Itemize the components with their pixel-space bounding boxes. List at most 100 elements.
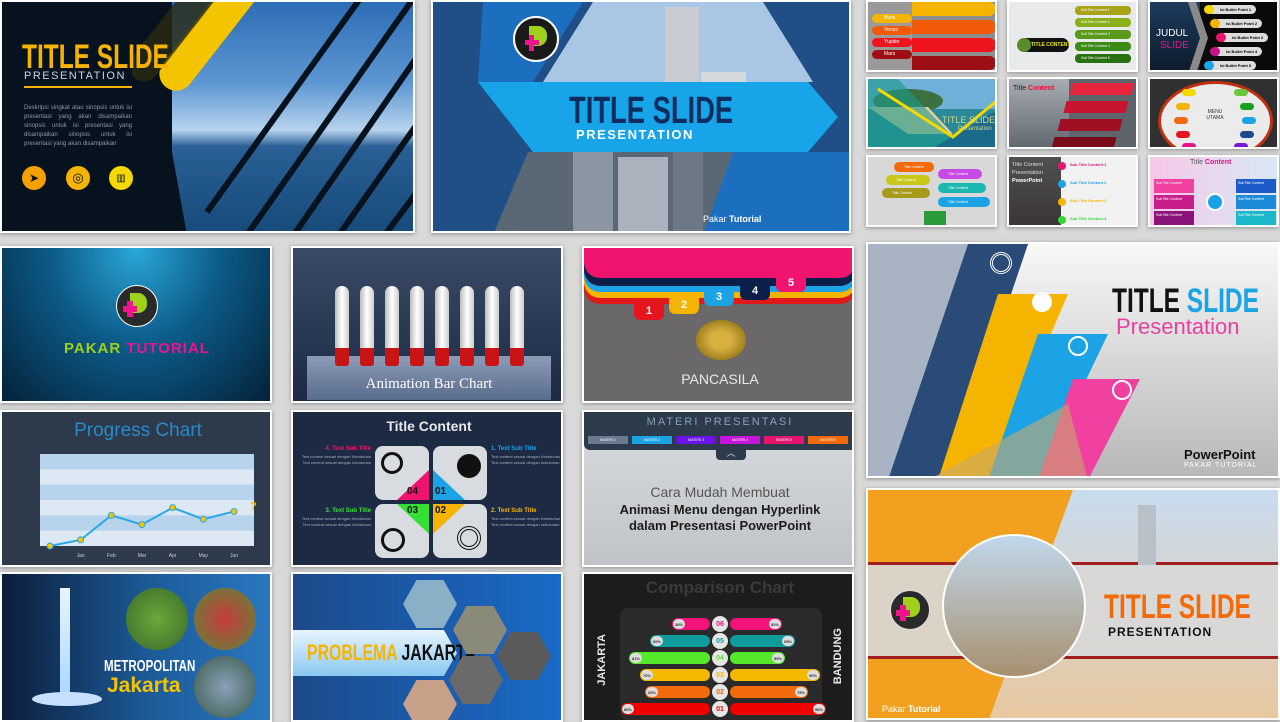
value-label: 55%	[772, 653, 784, 663]
slide-title: Title Content	[1190, 159, 1231, 166]
diagonal-stripes	[132, 2, 413, 231]
slide-thumbnail-title-dark[interactable]: TITLE SLIDE PRESENTATION Deskripsi singk…	[0, 0, 415, 233]
menu-center-label: MENU UTAMA	[1206, 109, 1224, 121]
x-tick-label: Feb	[107, 553, 116, 559]
photo-circle	[194, 588, 256, 650]
target-icon: ◎	[66, 166, 90, 190]
chart-title: Progress Chart	[74, 420, 202, 441]
tab-3[interactable]: 3	[704, 288, 734, 306]
slide-thumbnail-planets[interactable]: Bumi Venus Yupiter Mars	[866, 0, 997, 72]
slide-thumbnail-pancasila[interactable]: 1 2 3 4 5 PANCASILA	[582, 246, 854, 403]
garuda-emblem	[696, 320, 746, 360]
slide-thumbnail-pakar-logo[interactable]: PAKAR TUTORIAL	[0, 246, 272, 403]
slide-thumbnail-title-content-pink[interactable]: Title Content SubTitle Content SubTitle …	[1148, 155, 1279, 227]
slide-subtitle: PRESENTATION	[24, 70, 126, 82]
menu-item[interactable]: MATERI 4	[720, 436, 760, 444]
brand-name: Pakar	[882, 704, 906, 714]
slide-thumbnail-progress-chart[interactable]: Progress Chart Jan Feb Mar Apr May Jun?	[0, 410, 272, 567]
slide-title: Title Content	[386, 418, 472, 434]
slide-title-accent: Jakarta	[107, 674, 181, 697]
x-tick-label: Jun	[230, 553, 238, 559]
list-item: Sub Title Content 3	[1070, 198, 1107, 203]
slide-thumbnail-title-content-quad[interactable]: Title Content 04 01 03 02 4. Text Sub Ti…	[291, 410, 563, 567]
slide-thumbnail-content-tree[interactable]: TITLE CONTENT SubTitle Content 1 SubTitl…	[1007, 0, 1138, 72]
sub-title: 4. Text Sub Title	[325, 446, 371, 452]
slide-thumbnail-title-powerpoint[interactable]: TITLE SLIDE Presentation PowerPoint PAKA…	[866, 242, 1280, 478]
bar-cylinder	[335, 286, 349, 348]
tab-4[interactable]: 4	[740, 282, 770, 300]
pie-chart-icon	[1032, 292, 1052, 312]
brand-name-bold: Tutorial	[729, 214, 762, 224]
value-label: 70%	[641, 670, 653, 680]
list-item: Title Content	[938, 183, 986, 193]
sub-title: 1. Text Sub Title	[491, 446, 537, 452]
list-item: Sub Title Content 1	[1070, 162, 1107, 167]
bar-left	[621, 703, 710, 715]
sub-text: Text content sesuai dengan Kebutuhan Tex…	[491, 454, 561, 465]
globe-icon	[1068, 336, 1088, 356]
menu-item[interactable]: MATERI 6	[808, 436, 848, 444]
slide-thumbnail-book-tree[interactable]: Title Content Title Content Title Conten…	[866, 155, 997, 227]
slide-thumbnail-title-blue[interactable]: TITLE SLIDE PRESENTATION Pakar Tutorial	[431, 0, 851, 233]
data-point	[107, 511, 115, 519]
quad-number: 03	[407, 505, 419, 516]
bar-cylinder	[510, 286, 524, 348]
slide-thumbnail-comparison-chart[interactable]: Comparison Chart JAKARTA BANDUNG 06 38% 52…	[582, 572, 854, 722]
slide-thumbnail-beach[interactable]: TITLE SLIDE Presentation	[866, 77, 997, 149]
list-item: Sub Title Content 4	[1070, 216, 1107, 221]
list-item: Title Content	[882, 188, 930, 198]
sub-text: Text content sesuai dengan Kebutuhan Tex…	[491, 516, 561, 527]
list-item: Yupiter	[872, 38, 912, 47]
beach-background	[868, 79, 995, 147]
data-point	[169, 504, 177, 512]
slide-thumbnail-menu-hyperlink[interactable]: ︿ MATERI PRESENTASI MATERI 1 MATERI 2 MA…	[582, 410, 854, 567]
slide-subtitle: PRESENTATION	[576, 127, 694, 142]
tab-1[interactable]: 1	[634, 302, 664, 320]
value-label: 60%	[651, 636, 663, 646]
right-axis-label: BANDUNG	[832, 628, 844, 685]
menu-item[interactable]: MATERI 3	[676, 436, 716, 444]
pakar-tutorial-logo	[890, 590, 930, 630]
bar-base	[410, 348, 424, 366]
menu-item[interactable]: MATERI 1	[588, 436, 628, 444]
value-label: 96%	[813, 704, 825, 714]
list-item: SubTitle Content 1	[1075, 6, 1131, 15]
list-item: Title Content	[894, 162, 934, 172]
sub-title: 2. Text Sub Title	[491, 508, 537, 514]
brand-part: PAKAR	[64, 340, 122, 357]
left-axis-label: JAKARTA	[596, 634, 608, 686]
book-icon	[1206, 193, 1224, 211]
list-item: SubTitle Content	[1154, 179, 1194, 193]
list-item: Isi Bullet Point 1	[1208, 5, 1256, 14]
tab-2[interactable]: 2	[669, 296, 699, 314]
list-item: SubTitle Content	[1236, 211, 1276, 225]
title-part: Title	[1013, 85, 1026, 92]
slide-thumbnail-title-orange[interactable]: TITLE SLIDE PRESENTATION Pakar Tutorial	[866, 488, 1280, 720]
list-item: Mars	[872, 50, 912, 59]
list-item: Title Content	[938, 197, 990, 207]
slide-thumbnail-title-content-red[interactable]: Title Content	[1007, 77, 1138, 149]
category-badge: 05	[712, 633, 728, 649]
slide-thumbnail-menu-utama[interactable]: MENU UTAMA	[1148, 77, 1279, 149]
title-line: Presentation	[1012, 170, 1043, 176]
slide-thumbnail-problema-jakarta[interactable]: PROBLEMA JAKARTA	[291, 572, 563, 722]
target-icon	[990, 252, 1012, 274]
slide-thumbnail-animation-bar-chart[interactable]: Animation Bar Chart	[291, 246, 563, 403]
menu-item[interactable]: MATERI 2	[632, 436, 672, 444]
slide-thumbnail-metropolitan-jakarta[interactable]: METROPOLITAN Jakarta	[0, 572, 272, 722]
slide-thumbnail-judul[interactable]: JUDUL SLIDE Isi Bullet Point 1 Isi Bulle…	[1148, 0, 1279, 72]
x-tick-label: May	[199, 553, 209, 559]
slide-title: JUDUL	[1156, 28, 1189, 39]
slide-thumbnail-content-powerpoint[interactable]: Title Content Presentation PowerPoint Su…	[1007, 155, 1138, 227]
list-item: Isi Bullet Point 4	[1214, 47, 1262, 56]
pakar-tutorial-logo	[116, 285, 158, 327]
collapse-chevron-icon[interactable]: ︿	[716, 448, 746, 460]
list-item: Title Content	[886, 175, 930, 185]
bar-chart-icon: ▥	[109, 166, 133, 190]
brand-name-bold: Tutorial	[908, 704, 941, 714]
list-item: Isi Bullet Point 2	[1214, 19, 1262, 28]
menu-item[interactable]: MATERI 5	[764, 436, 804, 444]
book-icon	[924, 211, 946, 225]
tab-5[interactable]: 5	[776, 274, 806, 292]
list-item: Isi Bullet Point 5	[1208, 61, 1256, 70]
